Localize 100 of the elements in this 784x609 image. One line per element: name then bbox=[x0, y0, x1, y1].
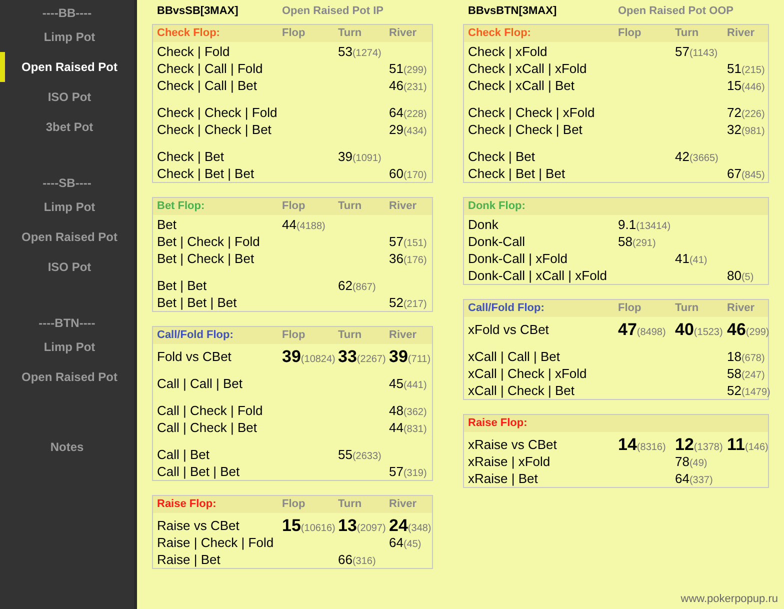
sample-count: (2097) bbox=[356, 522, 386, 536]
column-header: River bbox=[727, 26, 756, 42]
panel-title: BBvsSB[3MAX] bbox=[157, 4, 240, 19]
stat-value: 29 bbox=[389, 121, 404, 139]
section-title: Check Flop: bbox=[157, 26, 221, 42]
row-label: Bet | Bet bbox=[157, 277, 208, 295]
column-header: River bbox=[389, 328, 418, 344]
row-label: xRaise vs CBet bbox=[468, 436, 558, 454]
sidebar-item[interactable]: Notes bbox=[0, 438, 134, 456]
stat-value: 15 bbox=[282, 515, 301, 537]
stat-value: 32 bbox=[727, 121, 742, 139]
sidebar-item[interactable]: Open Raised Pot bbox=[0, 362, 134, 392]
stat-value: 57 bbox=[389, 233, 404, 251]
row-label: xCall | Call | Bet bbox=[468, 348, 562, 366]
stat-value: 55 bbox=[338, 446, 352, 464]
sample-count: (8316) bbox=[636, 442, 666, 455]
column-header: Turn bbox=[338, 497, 363, 512]
stat-value: 39 bbox=[282, 346, 301, 368]
row-label: Check | Call | Bet bbox=[157, 77, 258, 95]
section-title: Raise Flop: bbox=[157, 497, 218, 512]
row-label: Donk-Call | xCall | xFold bbox=[468, 267, 608, 285]
sidebar-item[interactable]: Open Raised Pot bbox=[0, 52, 134, 82]
sample-count: (49) bbox=[689, 457, 708, 471]
row-label: xCall | Check | Bet bbox=[468, 382, 576, 400]
sample-count: (2267) bbox=[356, 353, 386, 367]
stat-value: 39 bbox=[338, 148, 352, 166]
stat-value: 13 bbox=[338, 515, 357, 537]
sidebar-item[interactable]: Limp Pot bbox=[0, 192, 134, 222]
row-label: xCall | Check | xFold bbox=[468, 365, 588, 383]
sample-count: (299) bbox=[746, 326, 770, 340]
stat-value: 64 bbox=[389, 534, 404, 552]
stat-value: 12 bbox=[675, 434, 694, 456]
section-title: Donk Flop: bbox=[468, 199, 526, 214]
stat-value: 46 bbox=[389, 77, 404, 95]
row-label: Check | Check | xFold bbox=[468, 104, 596, 122]
sample-count: (13414) bbox=[636, 220, 671, 234]
sample-count: (362) bbox=[403, 406, 427, 420]
stat-value: 64 bbox=[675, 470, 690, 488]
stat-value: 15 bbox=[727, 77, 742, 95]
stat-value: 18 bbox=[727, 348, 742, 366]
row-label: Check | Check | Bet bbox=[468, 121, 584, 139]
sample-count: (8498) bbox=[636, 326, 666, 340]
sample-count: (228) bbox=[403, 109, 427, 122]
stat-value: 39 bbox=[389, 346, 408, 368]
stat-value: 72 bbox=[727, 104, 742, 122]
stat-value: 36 bbox=[389, 250, 404, 268]
sample-count: (678) bbox=[741, 352, 765, 366]
stat-value: 58 bbox=[618, 233, 632, 251]
column-header: Turn bbox=[338, 26, 363, 42]
sidebar-heading: ----BTN---- bbox=[38, 315, 96, 332]
row-label: Fold vs CBet bbox=[157, 348, 232, 366]
sample-count: (1143) bbox=[689, 47, 718, 61]
column-header: Turn bbox=[675, 26, 700, 42]
row-label: Check | xFold bbox=[468, 43, 548, 61]
stat-value: 9.1 bbox=[618, 216, 636, 234]
sidebar-item[interactable]: ISO Pot bbox=[0, 252, 134, 282]
stat-value: 24 bbox=[389, 515, 408, 537]
sample-count: (170) bbox=[403, 169, 427, 183]
row-label: Check | Bet | Bet bbox=[157, 165, 256, 183]
sample-count: (867) bbox=[352, 281, 376, 295]
sidebar-item[interactable]: Limp Pot bbox=[0, 332, 134, 362]
row-label: Check | Bet bbox=[157, 148, 225, 166]
row-label: xFold vs CBet bbox=[468, 321, 550, 339]
column-header: River bbox=[389, 26, 418, 42]
row-label: xRaise | xFold bbox=[468, 453, 552, 471]
row-label: Donk bbox=[468, 216, 500, 234]
section-title: Call/Fold Flop: bbox=[468, 301, 546, 316]
stat-value: 51 bbox=[727, 60, 742, 78]
section-title: Raise Flop: bbox=[468, 416, 528, 432]
sidebar-item[interactable]: 3bet Pot bbox=[0, 112, 134, 142]
sample-count: (10824) bbox=[300, 353, 336, 367]
sample-count: (337) bbox=[689, 475, 713, 488]
sample-count: (446) bbox=[741, 81, 765, 95]
sample-count: (146) bbox=[744, 441, 768, 455]
row-label: Check | Bet | Bet bbox=[468, 165, 566, 183]
row-label: Check | Check | Fold bbox=[157, 104, 278, 122]
column-header: Flop bbox=[282, 199, 306, 214]
sidebar-item[interactable]: ISO Pot bbox=[0, 82, 134, 112]
sidebar-item[interactable]: Limp Pot bbox=[0, 22, 134, 52]
row-label: Call | Bet bbox=[157, 446, 211, 464]
sidebar-heading: ----SB---- bbox=[42, 175, 92, 192]
row-label: Check | xCall | xFold bbox=[468, 60, 588, 78]
sample-count: (711) bbox=[408, 353, 431, 367]
stat-value: 53 bbox=[338, 43, 352, 61]
row-label: Call | Call | Bet bbox=[157, 375, 244, 393]
footer-url: www.pokerpopup.ru bbox=[680, 592, 778, 606]
sidebar-item[interactable]: Open Raised Pot bbox=[0, 222, 134, 252]
sample-count: (981) bbox=[741, 125, 765, 139]
stat-value: 60 bbox=[389, 165, 404, 183]
section-title: Check Flop: bbox=[468, 26, 532, 42]
sample-count: (434) bbox=[403, 125, 427, 139]
row-label: Call | Check | Bet bbox=[157, 419, 258, 437]
sample-count: (247) bbox=[741, 369, 765, 383]
stat-value: 57 bbox=[675, 43, 690, 61]
row-label: Call | Bet | Bet bbox=[157, 463, 241, 481]
stat-value: 58 bbox=[727, 365, 742, 383]
stat-value: 48 bbox=[389, 402, 404, 420]
stat-value: 33 bbox=[338, 346, 357, 368]
row-label: xRaise | Bet bbox=[468, 470, 539, 488]
stat-value: 66 bbox=[338, 551, 352, 569]
